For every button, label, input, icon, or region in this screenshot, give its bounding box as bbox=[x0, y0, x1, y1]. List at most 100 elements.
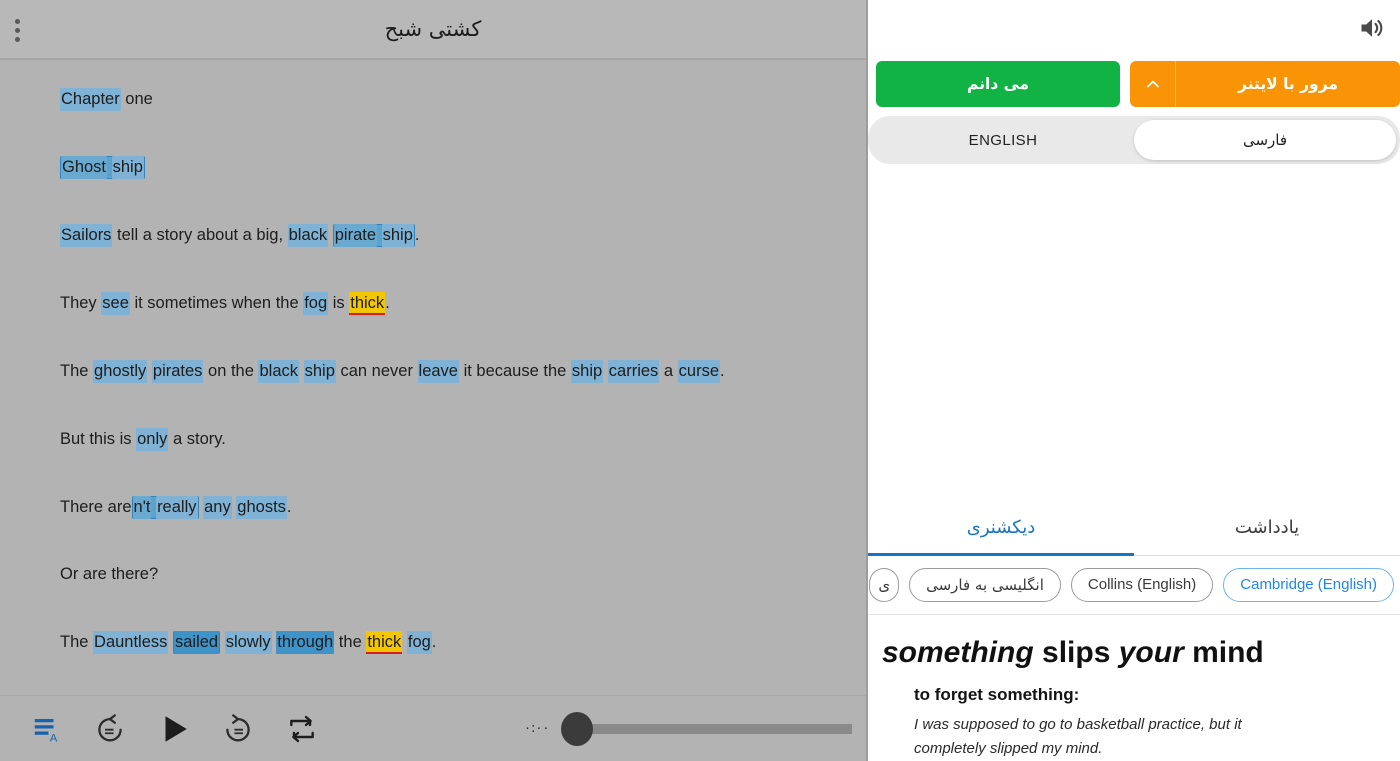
audio-progress-slider[interactable] bbox=[561, 709, 852, 749]
highlighted-phrase[interactable]: sailed bbox=[173, 631, 221, 655]
highlighted-word[interactable]: sailed bbox=[174, 631, 220, 655]
highlighted-word[interactable]: see bbox=[101, 291, 130, 315]
chip-cambridge-english[interactable]: Cambridge (English) bbox=[1223, 567, 1394, 602]
tab-dictionary[interactable]: دیکشنری bbox=[868, 500, 1134, 556]
entry-definition: to forget something: bbox=[914, 685, 1080, 704]
tab-note[interactable]: یادداشت bbox=[1134, 500, 1400, 555]
reader-pane: کشتی شبح Chapter one Ghost ship Sailors … bbox=[0, 0, 866, 761]
chip-collins-english[interactable]: Collins (English) bbox=[1070, 567, 1214, 602]
plain-text: a story. bbox=[168, 429, 226, 448]
highlighted-word[interactable]: n't bbox=[132, 495, 152, 519]
language-toggle: فارسی ENGLISH bbox=[868, 116, 1400, 164]
plain-text: There are bbox=[60, 497, 132, 516]
dictionary-source-chips[interactable]: Cambridge (English) Collins (English) ان… bbox=[868, 556, 1400, 614]
chip-english-to-persian[interactable]: انگلیسی به فارسی bbox=[909, 567, 1061, 602]
highlighted-word[interactable]: ship bbox=[381, 223, 414, 247]
word-action-row: مرور با لایتنر می دانم bbox=[868, 56, 1400, 112]
paragraph: There are n't really any ghosts. bbox=[60, 495, 806, 520]
audio-player-bar: A ۰:۰۰ bbox=[0, 695, 866, 761]
highlighted-word[interactable]: Sailors bbox=[60, 223, 113, 247]
entry-example: I was supposed to go to basketball pract… bbox=[914, 716, 1242, 757]
highlighted-phrase[interactable]: Ghost ship bbox=[60, 155, 145, 179]
highlighted-word[interactable]: fog bbox=[303, 291, 329, 315]
progress-track bbox=[583, 723, 852, 734]
text-format-icon[interactable]: A bbox=[14, 703, 78, 755]
forward-5-icon[interactable] bbox=[206, 703, 270, 755]
highlighted-word[interactable]: leave bbox=[417, 359, 459, 383]
plain-text: one bbox=[120, 90, 153, 108]
highlighted-word[interactable]: fog bbox=[406, 631, 432, 655]
headword-part-2: slips bbox=[1042, 635, 1111, 669]
plain-text: it sometimes when the bbox=[129, 293, 304, 312]
plain-text: Or are there? bbox=[60, 565, 159, 584]
progress-thumb[interactable] bbox=[561, 711, 594, 746]
chip-overflow-partial-label: ی bbox=[878, 575, 891, 594]
highlighted-word[interactable]: ship bbox=[303, 359, 336, 383]
highlighted-word[interactable]: ghosts bbox=[236, 495, 287, 519]
highlighted-phrase[interactable]: pirate ship bbox=[332, 223, 415, 247]
marked-word[interactable]: thick bbox=[366, 631, 403, 655]
plain-text: . bbox=[431, 633, 437, 652]
highlighted-word[interactable]: ghostly bbox=[93, 359, 148, 383]
language-segment-farsi-label: فارسی bbox=[1242, 131, 1288, 149]
plain-text: is bbox=[328, 293, 350, 312]
highlighted-word[interactable]: carries bbox=[607, 359, 660, 383]
leitner-review-button[interactable]: مرور با لایتنر bbox=[1130, 61, 1400, 107]
highlighted-word[interactable]: slowly bbox=[224, 631, 272, 655]
chip-overflow-partial[interactable]: ی bbox=[869, 567, 900, 602]
svg-text:A: A bbox=[50, 732, 58, 744]
plain-text: tell a story about a big, bbox=[112, 225, 288, 244]
highlighted-word[interactable]: pirates bbox=[151, 359, 204, 383]
tab-dictionary-label: دیکشنری bbox=[966, 516, 1036, 538]
plain-text: The bbox=[60, 361, 94, 380]
highlighted-word[interactable]: curse bbox=[677, 359, 721, 383]
rewind-5-icon[interactable] bbox=[78, 703, 142, 755]
reader-text-body[interactable]: Chapter one Ghost ship Sailors tell a st… bbox=[0, 60, 866, 695]
highlighted-word[interactable]: ship bbox=[111, 155, 144, 179]
plain-text: the bbox=[334, 633, 367, 652]
plain-text bbox=[299, 362, 304, 380]
dictionary-entry: something slips your mind to forget some… bbox=[868, 613, 1400, 761]
phrase-space bbox=[107, 158, 112, 176]
headword-part-4: mind bbox=[1192, 635, 1264, 669]
i-know-button[interactable]: می دانم bbox=[876, 61, 1120, 107]
headword-part-3: your bbox=[1118, 635, 1184, 669]
highlighted-word[interactable]: really bbox=[156, 495, 198, 519]
plain-text: . bbox=[414, 225, 420, 244]
plain-text: . bbox=[385, 293, 390, 312]
plain-text: . bbox=[720, 361, 725, 380]
kebab-menu-icon[interactable] bbox=[4, 0, 30, 60]
repeat-icon[interactable] bbox=[270, 703, 334, 755]
highlighted-word[interactable]: Dauntless bbox=[93, 631, 169, 655]
highlighted-word[interactable]: black bbox=[258, 359, 300, 383]
paragraph: Chapter one bbox=[60, 88, 806, 112]
paragraph: The ghostly pirates on the black ship ca… bbox=[60, 359, 806, 384]
chip-cambridge-english-label: Cambridge (English) bbox=[1240, 576, 1377, 593]
tab-note-label: یادداشت bbox=[1234, 516, 1300, 538]
speaker-icon[interactable] bbox=[1352, 8, 1392, 48]
highlighted-word[interactable]: any bbox=[203, 495, 232, 519]
plain-text: can never bbox=[335, 361, 418, 380]
plain-text: They bbox=[60, 293, 102, 312]
highlighted-word[interactable]: Chapter bbox=[60, 88, 121, 111]
plain-text: The bbox=[60, 633, 94, 652]
language-segment-english[interactable]: ENGLISH bbox=[872, 120, 1134, 160]
highlighted-word[interactable]: through bbox=[276, 631, 335, 655]
highlighted-word[interactable]: Ghost bbox=[61, 155, 108, 179]
leitner-review-label: مرور با لایتنر bbox=[1238, 75, 1338, 93]
reader-header: کشتی شبح bbox=[0, 0, 866, 60]
chevron-up-icon[interactable] bbox=[1130, 61, 1176, 107]
highlighted-phrase[interactable]: n't really bbox=[131, 495, 199, 519]
language-segment-farsi[interactable]: فارسی bbox=[1134, 120, 1396, 160]
highlighted-word[interactable]: only bbox=[136, 427, 169, 451]
highlighted-word[interactable]: pirate bbox=[333, 223, 378, 247]
paragraph: Sailors tell a story about a big, black … bbox=[60, 223, 806, 248]
chip-english-to-persian-label: انگلیسی به فارسی bbox=[926, 575, 1044, 594]
highlighted-word[interactable]: black bbox=[287, 223, 329, 247]
play-icon[interactable] bbox=[142, 703, 206, 755]
plain-text: But this is bbox=[60, 429, 137, 448]
phrase-space bbox=[377, 226, 382, 244]
i-know-label: می دانم bbox=[967, 75, 1029, 93]
highlighted-word[interactable]: ship bbox=[570, 359, 604, 383]
marked-word[interactable]: thick bbox=[349, 291, 386, 315]
